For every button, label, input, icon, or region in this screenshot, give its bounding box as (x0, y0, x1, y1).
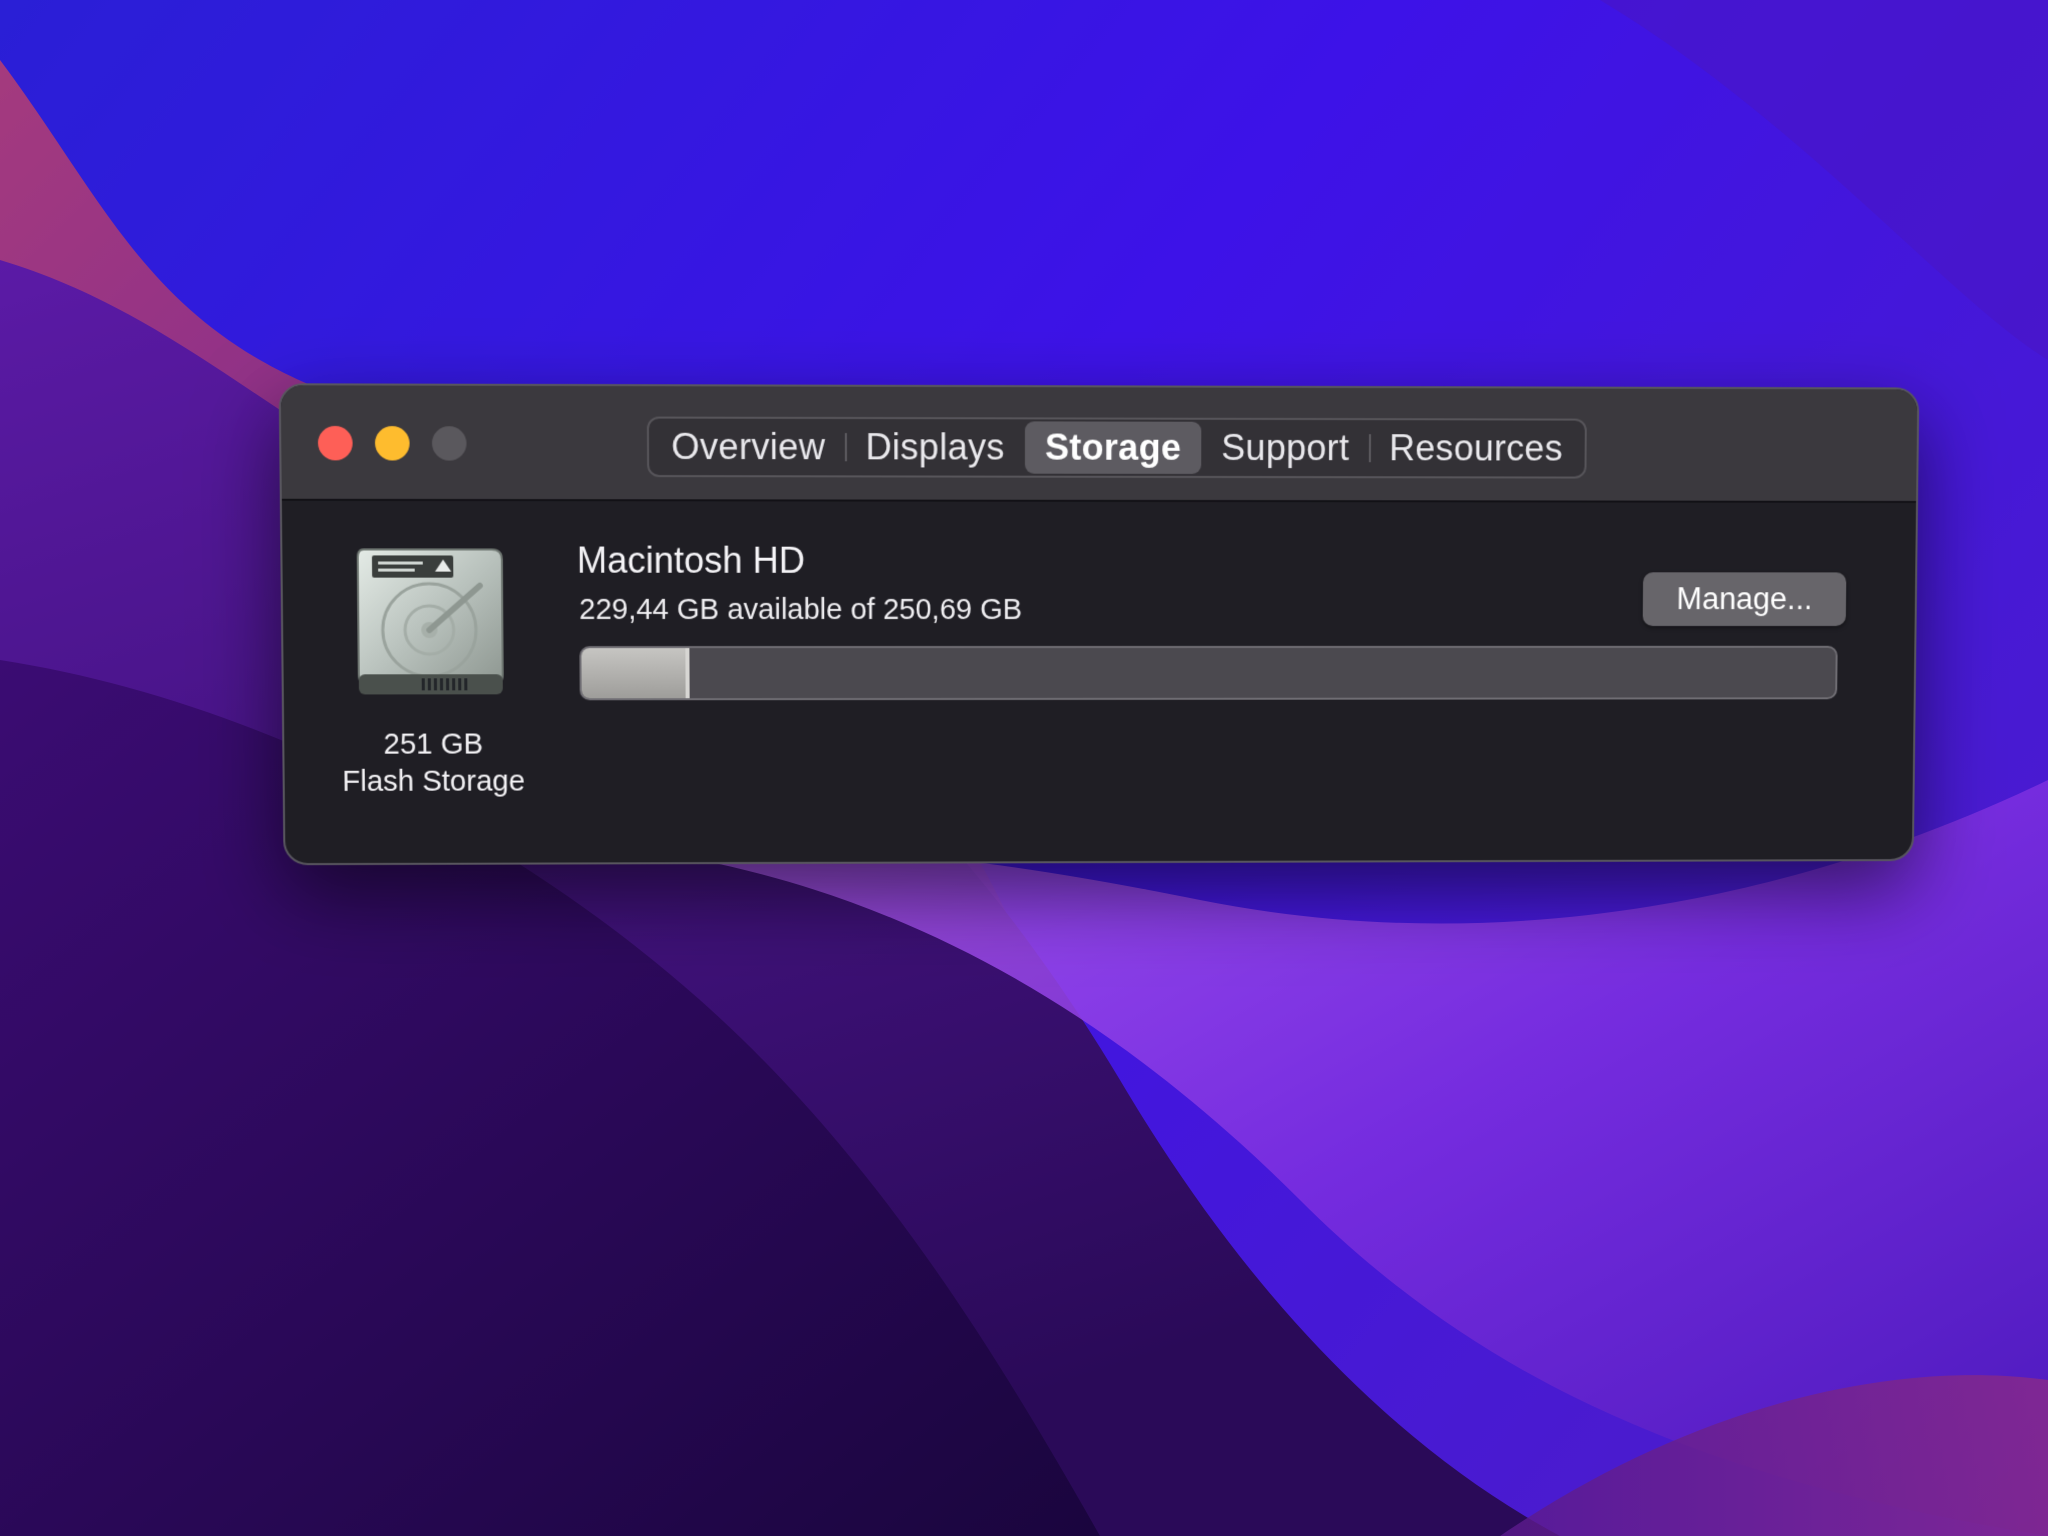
tab-resources[interactable]: Resources (1369, 422, 1583, 474)
disk-type: Flash Storage (342, 765, 526, 798)
tab-overview[interactable]: Overview (651, 421, 846, 474)
minimize-icon[interactable] (374, 426, 410, 461)
tab-support[interactable]: Support (1201, 422, 1369, 474)
volume-available-text: 229,44 GB available of 250,69 GB (579, 593, 1023, 627)
zoom-icon (431, 426, 467, 461)
system-info-window: Overview Displays Storage Support Resour… (278, 383, 1920, 866)
manage-button[interactable]: Manage... (1642, 572, 1847, 626)
titlebar: Overview Displays Storage Support Resour… (280, 385, 1918, 503)
storage-panel: 251 GB Flash Storage Macintosh HD 229,44… (282, 501, 1916, 863)
disk-capacity-label: 251 GB Flash Storage (315, 726, 552, 801)
tab-bar: Overview Displays Storage Support Resour… (646, 416, 1587, 479)
storage-usage-fill (581, 648, 690, 699)
tab-displays[interactable]: Displays (845, 421, 1025, 474)
tab-storage[interactable]: Storage (1024, 421, 1202, 474)
desktop: Overview Displays Storage Support Resour… (0, 0, 2048, 1536)
storage-usage-bar (579, 645, 1838, 701)
volume-name: Macintosh HD (576, 539, 806, 581)
disk-size: 251 GB (383, 728, 484, 761)
hard-drive-icon (349, 543, 513, 695)
close-icon[interactable] (317, 425, 353, 461)
